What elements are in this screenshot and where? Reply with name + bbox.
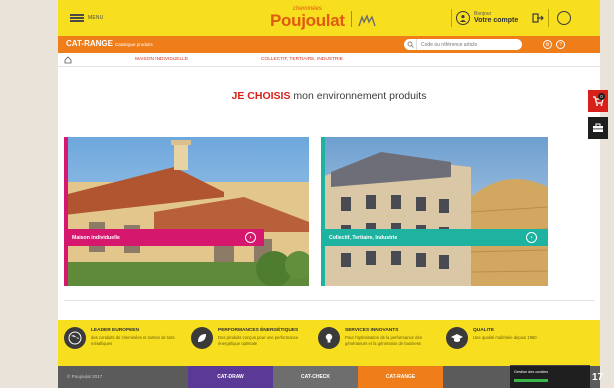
logo-brand-text: Poujoulat [270,11,345,30]
tab-cat-range[interactable]: CAT-RANGE [358,366,443,388]
page-title-rest: mon environnement produits [290,90,427,102]
cookie-consent[interactable]: Gestion des cookies [510,365,590,388]
copyright: © Poujoulat 2017 [67,374,103,379]
app-nav-bar: CAT-RANGE Catalogue produits ⚙ ? [58,36,600,53]
search-input[interactable] [417,41,517,48]
logo-separator [350,11,352,27]
language-globe-icon[interactable] [557,11,572,25]
account-separator-2 [548,9,550,27]
page-title-accent: JE CHOISIS [231,90,291,102]
subnav-collectif[interactable]: COLLECTIF, TERTIAIRE, INDUSTRIE [261,57,343,62]
account-separator [451,9,452,27]
feature-desc: Des produits conçus pour une performance… [218,335,299,346]
card-collectif-tertiaire[interactable]: Collectif, Tertiaire, Industrie › [321,137,548,286]
card-maison-individuelle[interactable]: Maison individuelle › [64,137,309,286]
settings-gear-icon[interactable]: ⚙ [543,40,552,49]
cart-button[interactable]: 0 [588,90,608,112]
logout-icon[interactable] [532,12,545,24]
tab-cat-draw[interactable]: CAT-DRAW [188,366,273,388]
feature-title: LEADER EUROPEEN [91,328,139,333]
menu-label: MENU [88,15,104,21]
search-box [404,39,522,50]
house-photo [64,137,309,286]
arrow-right-icon[interactable]: › [245,232,256,243]
account-title: Votre compte [474,17,519,24]
feature-desc: des conduits de cheminées et sorties de … [91,335,175,346]
feature-desc: Pour l'optimisation de la performance de… [345,335,422,346]
content-divider [64,300,594,301]
card-label-text: Collectif, Tertiaire, Industrie [329,234,398,241]
leaf-icon [191,327,213,349]
cookie-toggle[interactable] [514,379,548,382]
cookie-label: Gestion des cookies [514,370,549,374]
page-title: JE CHOISIS mon environnement produits [58,90,600,102]
app-name[interactable]: CAT-RANGE [66,39,113,48]
cat-logo-icon [358,14,376,27]
lightbulb-icon [318,327,340,349]
building-photo [321,137,548,286]
help-icon[interactable]: ? [556,40,565,49]
briefcase-icon [593,123,603,132]
globe-europe-icon [64,327,86,349]
features-strip: LEADER EUROPEEN des conduits de cheminée… [58,320,600,366]
feature-title: SERVICES INNOVANTS [345,328,399,333]
feature-title: PERFORMANCES ÉNERGÉTIQUES [218,328,299,333]
briefcase-button[interactable] [588,117,608,139]
card-label-bar: Collectif, Tertiaire, Industrie › [321,229,548,246]
app-subtitle: Catalogue produits [115,42,153,47]
top-header: MENU cheminées Poujoulat Bonjour Votre c… [58,0,600,36]
browser-page: MENU cheminées Poujoulat Bonjour Votre c… [58,0,600,388]
arrow-right-icon[interactable]: › [526,232,537,243]
card-label-bar: Maison individuelle › [64,229,264,246]
tab-cat-check[interactable]: CAT-CHECK [273,366,358,388]
feature-desc: Une qualité maîtrisée depuis 1950 [473,335,537,340]
hamburger-icon [70,14,84,22]
graduation-cap-icon [446,327,468,349]
feature-title: QUALITE [473,328,495,333]
subnav-maison-individuelle[interactable]: MAISON INDIVIDUELLE [135,57,188,62]
user-icon[interactable] [456,11,470,25]
home-icon[interactable] [64,56,72,64]
card-label-text: Maison individuelle [72,234,120,241]
sub-navigation: MAISON INDIVIDUELLE COLLECTIF, TERTIAIRE… [58,53,600,67]
menu-button[interactable]: MENU [70,14,104,22]
account-area: Bonjour Votre compte [451,9,572,27]
search-icon[interactable] [404,39,417,50]
poujoulat-logo[interactable]: cheminées Poujoulat [270,6,376,29]
account-link[interactable]: Bonjour Votre compte [474,12,519,25]
page-number: 17 [592,372,604,383]
cart-count-badge: 0 [598,93,605,100]
